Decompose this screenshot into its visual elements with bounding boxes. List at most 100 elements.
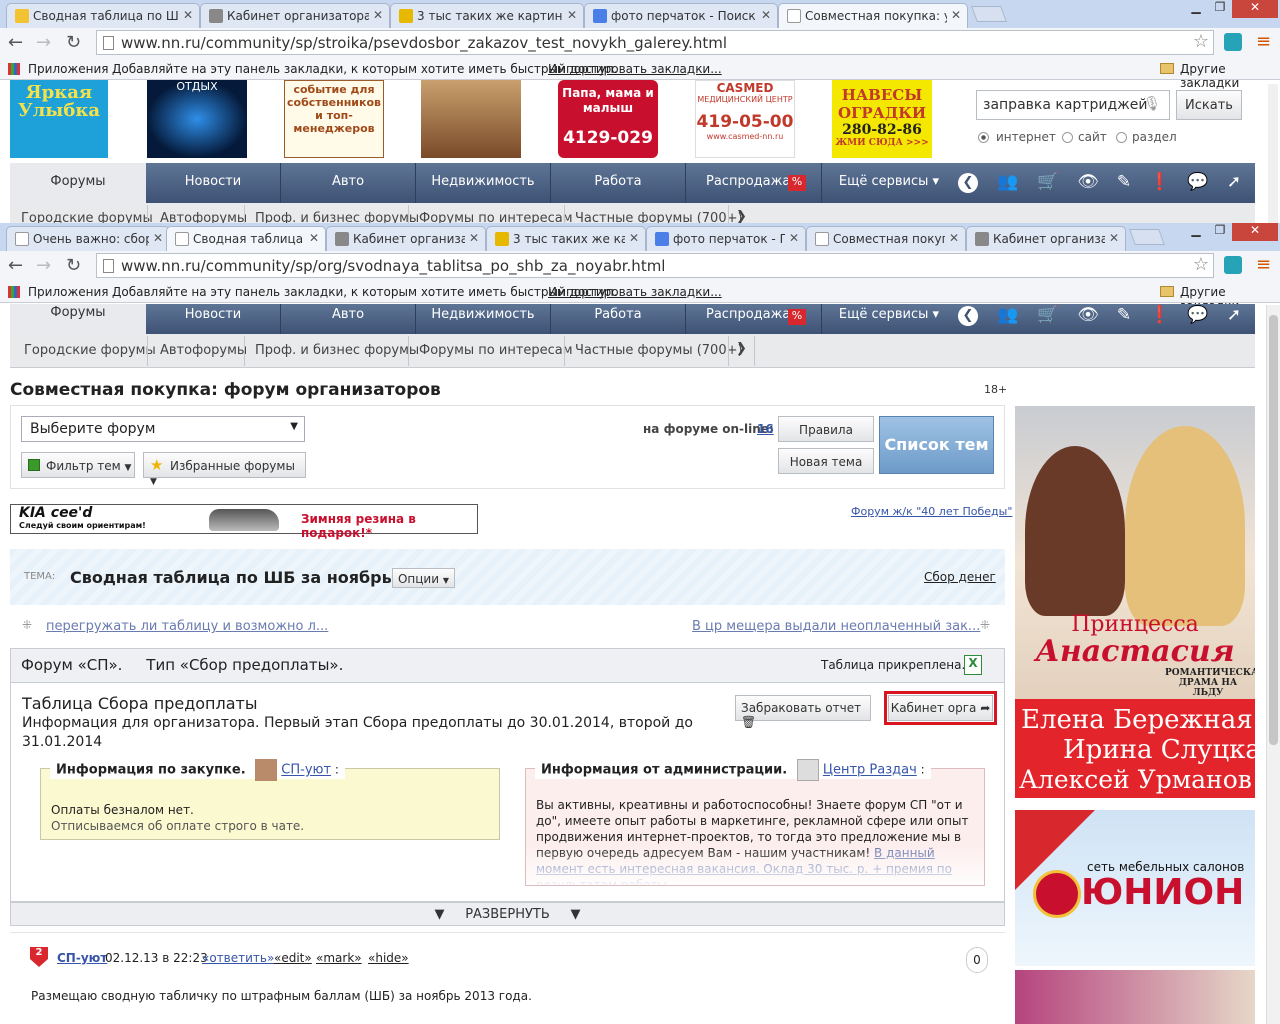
bookmark-star-icon[interactable]: ☆	[1193, 254, 1209, 275]
chevron-left-icon[interactable]: ❮	[958, 173, 978, 193]
chat-icon[interactable]: 💬	[1186, 305, 1210, 327]
microphone-icon[interactable]: 🎙	[1143, 96, 1161, 112]
ad-yarkaya-ulybka[interactable]: Яркая Улыбка	[10, 80, 108, 158]
reload-icon[interactable]: ↻	[66, 32, 81, 53]
organizer-cabinet-button[interactable]: Кабинет орга ➦	[888, 695, 993, 721]
subnav-auto-forums[interactable]: Автофорумы	[160, 343, 247, 358]
scrollbar-thumb[interactable]	[1269, 315, 1278, 745]
tab-2-active[interactable]: Сводная таблица п ✕	[166, 226, 326, 251]
reload-icon[interactable]: ↻	[66, 255, 81, 276]
ad-otdyh[interactable]: ОТДЫХ	[147, 80, 247, 158]
rules-button[interactable]: Правила	[778, 416, 874, 442]
user-link-sp-uyut[interactable]: СП-уют	[281, 763, 331, 778]
people-icon[interactable]: 👥	[996, 172, 1020, 194]
tab-1[interactable]: Очень важно: сбор ✕	[6, 226, 170, 251]
online-count-link[interactable]: 16	[757, 422, 774, 436]
new-topic-button[interactable]: Новая тема	[778, 448, 874, 474]
close-icon[interactable]: ✕	[629, 231, 639, 245]
options-dropdown[interactable]: Опции ▼	[392, 568, 455, 588]
close-icon[interactable]: ✕	[183, 8, 193, 22]
back-arrow-icon[interactable]: ←	[8, 255, 23, 276]
nav-more-services[interactable]: Ещё сервисы ▾	[822, 174, 956, 189]
close-icon[interactable]: ✕	[949, 231, 959, 245]
new-tab-button[interactable]	[971, 6, 1007, 22]
favorites-button[interactable]: ★ Избранные форумы ▼	[143, 452, 306, 487]
close-icon[interactable]: ✕	[373, 8, 383, 22]
minimize-icon[interactable]: ▁	[1184, 0, 1208, 18]
nav-sale[interactable]: Распродажа	[706, 307, 790, 322]
nav-news[interactable]: Новости	[146, 307, 280, 322]
pencil-icon[interactable]: ✎	[1112, 305, 1136, 327]
extension-icon[interactable]	[1224, 256, 1242, 274]
radio-site[interactable]	[1062, 132, 1073, 143]
ad-furniture-image[interactable]	[1015, 970, 1255, 1024]
forum-40-let-link[interactable]: Форум ж/к "40 лет Победы"	[851, 505, 1012, 518]
excel-icon[interactable]: X	[964, 655, 982, 675]
close-icon[interactable]: ✕	[469, 231, 479, 245]
rating-count[interactable]: 0	[966, 947, 988, 973]
post-author-link[interactable]: СП-уют	[57, 951, 107, 965]
cart-icon[interactable]: 🛒	[1036, 172, 1060, 194]
back-tab-3[interactable]: 3 тыс таких же картинок ✕	[390, 3, 584, 28]
expand-bar[interactable]: ▼ РАЗВЕРНУТЬ ▼	[10, 902, 1005, 926]
restore-icon[interactable]: ❐	[1208, 223, 1232, 241]
chevron-right-icon[interactable]: ❯	[736, 341, 747, 356]
pencil-icon[interactable]: ✎	[1112, 172, 1136, 194]
tab-5[interactable]: фото перчаток - По ✕	[646, 226, 806, 251]
window-close-icon[interactable]: ✕	[1232, 223, 1278, 241]
nav-auto[interactable]: Авто	[281, 307, 415, 322]
back-tab-5-active[interactable]: Совместная покупка: ую ✕	[778, 3, 968, 28]
other-bookmarks[interactable]: Другие закладки	[1180, 62, 1280, 90]
filter-button[interactable]: Фильтр тем ▼	[21, 452, 135, 478]
nav-forums[interactable]: Форумы	[10, 304, 146, 334]
restore-icon[interactable]: ❐	[1208, 0, 1232, 18]
radio-internet[interactable]	[978, 132, 989, 143]
address-bar[interactable]: www.nn.ru/community/sp/stroika/psevdosbo…	[96, 30, 1214, 55]
nav-auto[interactable]: Авто	[281, 174, 415, 189]
nav-realty[interactable]: Недвижимость	[416, 307, 550, 322]
site-search-button[interactable]: Искать	[1176, 90, 1242, 120]
back-tab-1[interactable]: Сводная таблица по ШБ ✕	[6, 3, 200, 28]
edit-link[interactable]: «edit»	[274, 951, 312, 965]
back-tab-2[interactable]: Кабинет организатора ✕	[200, 3, 390, 28]
scrollbar[interactable]	[1266, 305, 1280, 1024]
close-icon[interactable]: ✕	[761, 8, 771, 22]
avatar[interactable]	[255, 759, 278, 781]
chevron-right-icon[interactable]: ❯	[736, 209, 747, 224]
mark-link[interactable]: «mark»	[316, 951, 362, 965]
close-icon[interactable]: ✕	[567, 8, 577, 22]
subnav-interest-forums[interactable]: Форумы по интересам	[419, 343, 573, 358]
nav-news[interactable]: Новости	[146, 174, 280, 189]
menu-icon[interactable]: ≡	[1256, 31, 1271, 52]
back-scrollbar[interactable]	[1268, 84, 1278, 224]
nav-work[interactable]: Работа	[551, 307, 685, 322]
bookmark-star-icon[interactable]: ☆	[1193, 31, 1209, 52]
close-icon[interactable]: ✕	[789, 231, 799, 245]
close-icon[interactable]: ✕	[153, 231, 163, 245]
eye-icon[interactable]: 👁	[1076, 305, 1100, 327]
import-bookmarks-link[interactable]: Импортировать закладки...	[548, 285, 722, 299]
ad-sobytie[interactable]: событие для собственников и топ-менеджер…	[284, 80, 384, 158]
forward-arrow-icon[interactable]: →	[36, 32, 51, 53]
menu-icon[interactable]: ≡	[1256, 254, 1271, 275]
cart-icon[interactable]: 🛒	[1036, 305, 1060, 327]
ad-princess-anastasia[interactable]: Принцесса Анастасия РОМАНТИЧЕСКАЯ ДРАМА …	[1015, 406, 1255, 798]
subnav-private-forums[interactable]: Частные форумы (700+)	[575, 343, 743, 358]
reply-link[interactable]: «ответить»	[202, 951, 274, 965]
address-bar[interactable]: www.nn.ru/community/sp/org/svodnaya_tabl…	[96, 253, 1214, 278]
hide-link[interactable]: «hide»	[368, 951, 409, 965]
import-bookmarks-link[interactable]: Импортировать закладки...	[548, 62, 722, 76]
close-icon[interactable]: ✕	[951, 8, 961, 22]
minimize-icon[interactable]: ▁	[1184, 223, 1208, 241]
share-arrow-icon[interactable]: ➚	[1222, 305, 1246, 327]
forum-select[interactable]: Выберите форум ▼	[21, 416, 305, 442]
nav-sale[interactable]: Распродажа	[706, 174, 790, 189]
nav-forums[interactable]: Форумы	[10, 163, 146, 203]
window-close-icon[interactable]: ✕	[1232, 0, 1278, 18]
ad-casmed[interactable]: CASMED МЕДИЦИНСКИЙ ЦЕНТР 419-05-00 www.casm…	[695, 80, 795, 158]
site-search-input[interactable]: заправка картриджей 🎙	[976, 90, 1170, 120]
subnav-business-forums[interactable]: Проф. и бизнес форумы	[255, 343, 419, 358]
extension-icon[interactable]	[1224, 33, 1242, 51]
ad-papa-mama[interactable]: Папа, мама и малыш 4129-029	[558, 80, 658, 158]
chevron-left-icon[interactable]: ❮	[958, 306, 978, 326]
